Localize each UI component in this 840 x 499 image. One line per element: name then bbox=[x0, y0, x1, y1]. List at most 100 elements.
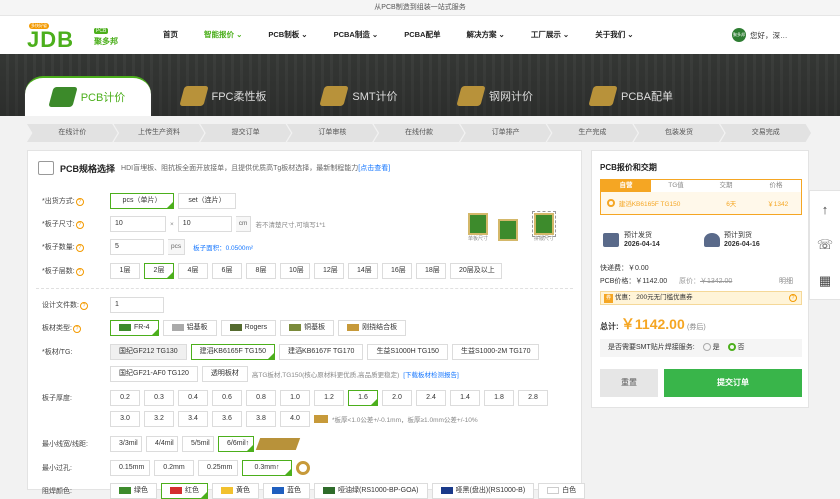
tg-option[interactable]: 透明板材 bbox=[201, 366, 248, 382]
reset-button[interactable]: 重置 bbox=[600, 369, 658, 397]
layer-option[interactable]: 14层 bbox=[348, 263, 378, 279]
trace-option[interactable]: 4/4mil bbox=[146, 436, 178, 452]
help-icon[interactable]: ? bbox=[75, 198, 84, 206]
phone-icon[interactable]: ☏ bbox=[810, 227, 840, 263]
layer-option[interactable]: 1层 bbox=[110, 263, 140, 279]
tg-option[interactable]: 国纪GF212 TG130 bbox=[110, 344, 187, 360]
thick-option[interactable]: 0.6 bbox=[212, 390, 242, 406]
layer-option[interactable]: 6层 bbox=[212, 263, 242, 279]
color-option[interactable]: 蓝色 bbox=[263, 483, 310, 499]
qty-input[interactable]: 5 bbox=[110, 239, 164, 255]
tab-fpc[interactable]: FPC柔性板 bbox=[161, 76, 287, 116]
tab-smt[interactable]: SMT计价 bbox=[297, 76, 423, 116]
tab-pcb[interactable]: PCB计价 bbox=[25, 76, 151, 116]
nav-factory[interactable]: 工厂展示 ⌄ bbox=[518, 16, 582, 54]
material-option[interactable]: 刚挠结合板 bbox=[338, 320, 407, 336]
trace-option[interactable]: 3/3mil bbox=[110, 436, 142, 452]
help-icon[interactable]: ? bbox=[79, 302, 88, 310]
layer-option[interactable]: 4层 bbox=[178, 263, 208, 279]
back-to-top-icon[interactable]: ↑ bbox=[810, 191, 840, 227]
hole-option[interactable]: 0.25mm bbox=[198, 460, 238, 476]
hole-option[interactable]: 0.15mm bbox=[110, 460, 150, 476]
help-icon[interactable]: ? bbox=[789, 294, 797, 302]
layer-option[interactable]: 12层 bbox=[314, 263, 344, 279]
color-option[interactable]: 哑油绿(RS1000-BP-GOA) bbox=[314, 483, 428, 499]
thick-option[interactable]: 2.0 bbox=[382, 390, 412, 406]
material-option[interactable]: FR-4 bbox=[110, 320, 159, 336]
thick-option[interactable]: 3.4 bbox=[178, 411, 208, 427]
thick-option[interactable]: 0.8 bbox=[246, 390, 276, 406]
layer-option[interactable]: 10层 bbox=[280, 263, 310, 279]
thick-option[interactable]: 2.8 bbox=[518, 390, 548, 406]
nav-pcb[interactable]: PCB制板 ⌄ bbox=[255, 16, 320, 54]
thick-option[interactable]: 0.4 bbox=[178, 390, 208, 406]
smt-no-radio[interactable] bbox=[727, 343, 736, 352]
thick-option[interactable]: 2.4 bbox=[416, 390, 446, 406]
nav-solutions[interactable]: 解决方案 ⌄ bbox=[453, 16, 517, 54]
submit-order-button[interactable]: 提交订单 bbox=[664, 369, 802, 397]
color-option[interactable]: 黄色 bbox=[212, 483, 259, 499]
tg-option[interactable]: 国纪GF21-AF0 TG120 bbox=[110, 366, 198, 382]
layer-option[interactable]: 2层 bbox=[144, 263, 174, 279]
col-self[interactable]: 自营 bbox=[601, 180, 651, 192]
trace-icon bbox=[255, 438, 301, 450]
layer-option[interactable]: 16层 bbox=[382, 263, 412, 279]
tg-option[interactable]: 建滔KB6165F TG150 bbox=[190, 344, 276, 360]
nav-home[interactable]: 首页 bbox=[150, 16, 191, 54]
ship-pcs[interactable]: pcs（单片） bbox=[110, 193, 174, 209]
thick-option[interactable]: 1.8 bbox=[484, 390, 514, 406]
layer-option[interactable]: 18层 bbox=[416, 263, 446, 279]
help-icon[interactable]: ? bbox=[72, 325, 81, 333]
help-icon[interactable]: ? bbox=[75, 268, 84, 276]
qrcode-icon[interactable]: ▦ bbox=[810, 263, 840, 299]
ship-set[interactable]: set（连片） bbox=[178, 193, 236, 209]
tg-report-link[interactable]: [下载板材检测报告] bbox=[403, 369, 459, 379]
thick-option[interactable]: 1.0 bbox=[280, 390, 310, 406]
tg-option[interactable]: 建滔KB6167F TG170 bbox=[279, 344, 364, 360]
color-option[interactable]: 红色 bbox=[161, 483, 208, 499]
nav-pcba[interactable]: PCBA制造 ⌄ bbox=[321, 16, 392, 54]
tab-pcba[interactable]: PCBA配单 bbox=[569, 76, 695, 116]
color-option[interactable]: 白色 bbox=[538, 483, 586, 499]
coupon-bar[interactable]: 券 优惠： 200元无门槛优惠券 ? bbox=[600, 291, 802, 305]
size-width-input[interactable]: 10 bbox=[110, 216, 166, 232]
tab-stencil[interactable]: 钢网计价 bbox=[433, 76, 559, 116]
thick-option[interactable]: 3.0 bbox=[110, 411, 140, 427]
material-option[interactable]: Rogers bbox=[220, 320, 277, 336]
color-label: 阻焊颜色: bbox=[42, 488, 72, 495]
thick-option[interactable]: 0.2 bbox=[110, 390, 140, 406]
detail-link[interactable]: 明细 bbox=[779, 276, 793, 286]
smt-yes-radio[interactable] bbox=[702, 343, 711, 352]
tg-option[interactable]: 生益S1000-2M TG170 bbox=[451, 344, 540, 360]
thick-option[interactable]: 1.2 bbox=[314, 390, 344, 406]
trace-option[interactable]: 6/6mil↑ bbox=[218, 436, 254, 452]
thick-option[interactable]: 0.3 bbox=[144, 390, 174, 406]
files-input[interactable]: 1 bbox=[110, 297, 164, 313]
thick-option[interactable]: 3.8 bbox=[246, 411, 276, 427]
help-icon[interactable]: ? bbox=[75, 244, 84, 252]
nav-smart-quote[interactable]: 智能报价 ⌄ bbox=[191, 16, 255, 54]
size-height-input[interactable]: 10 bbox=[177, 216, 232, 232]
layer-option[interactable]: 20层及以上 bbox=[450, 263, 502, 279]
thick-option[interactable]: 3.2 bbox=[144, 411, 174, 427]
nav-pcba-bom[interactable]: PCBA配单 bbox=[391, 16, 453, 54]
quote-option-row[interactable]: 建滔KB6165F TG150 6天 ￥1342 bbox=[601, 192, 801, 214]
color-option[interactable]: 绿色 bbox=[110, 483, 157, 499]
thick-option[interactable]: 4.0 bbox=[280, 411, 310, 427]
logo[interactable]: 多快好省 JDB PCB 聚多邦 bbox=[27, 23, 137, 52]
thick-option[interactable]: 3.6 bbox=[212, 411, 242, 427]
material-option[interactable]: 铝基板 bbox=[162, 320, 217, 336]
thick-option[interactable]: 1.6 bbox=[348, 390, 378, 406]
material-option[interactable]: 铜基板 bbox=[280, 320, 335, 336]
spec-desc-link[interactable]: [点击查看] bbox=[358, 165, 390, 172]
thick-option[interactable]: 1.4 bbox=[450, 390, 480, 406]
hole-option[interactable]: 0.3mm↑ bbox=[242, 460, 292, 476]
tg-option[interactable]: 生益S1000H TG150 bbox=[367, 344, 448, 360]
nav-about[interactable]: 关于我们 ⌄ bbox=[582, 16, 646, 54]
layer-option[interactable]: 8层 bbox=[246, 263, 276, 279]
help-icon[interactable]: ? bbox=[75, 221, 84, 229]
color-option[interactable]: 哑黑(盘出)(RS1000-B) bbox=[431, 483, 535, 499]
trace-option[interactable]: 5/5mil bbox=[182, 436, 214, 452]
user-menu[interactable]: 聚多邦 您好，深… bbox=[732, 28, 788, 42]
hole-option[interactable]: 0.2mm bbox=[154, 460, 194, 476]
